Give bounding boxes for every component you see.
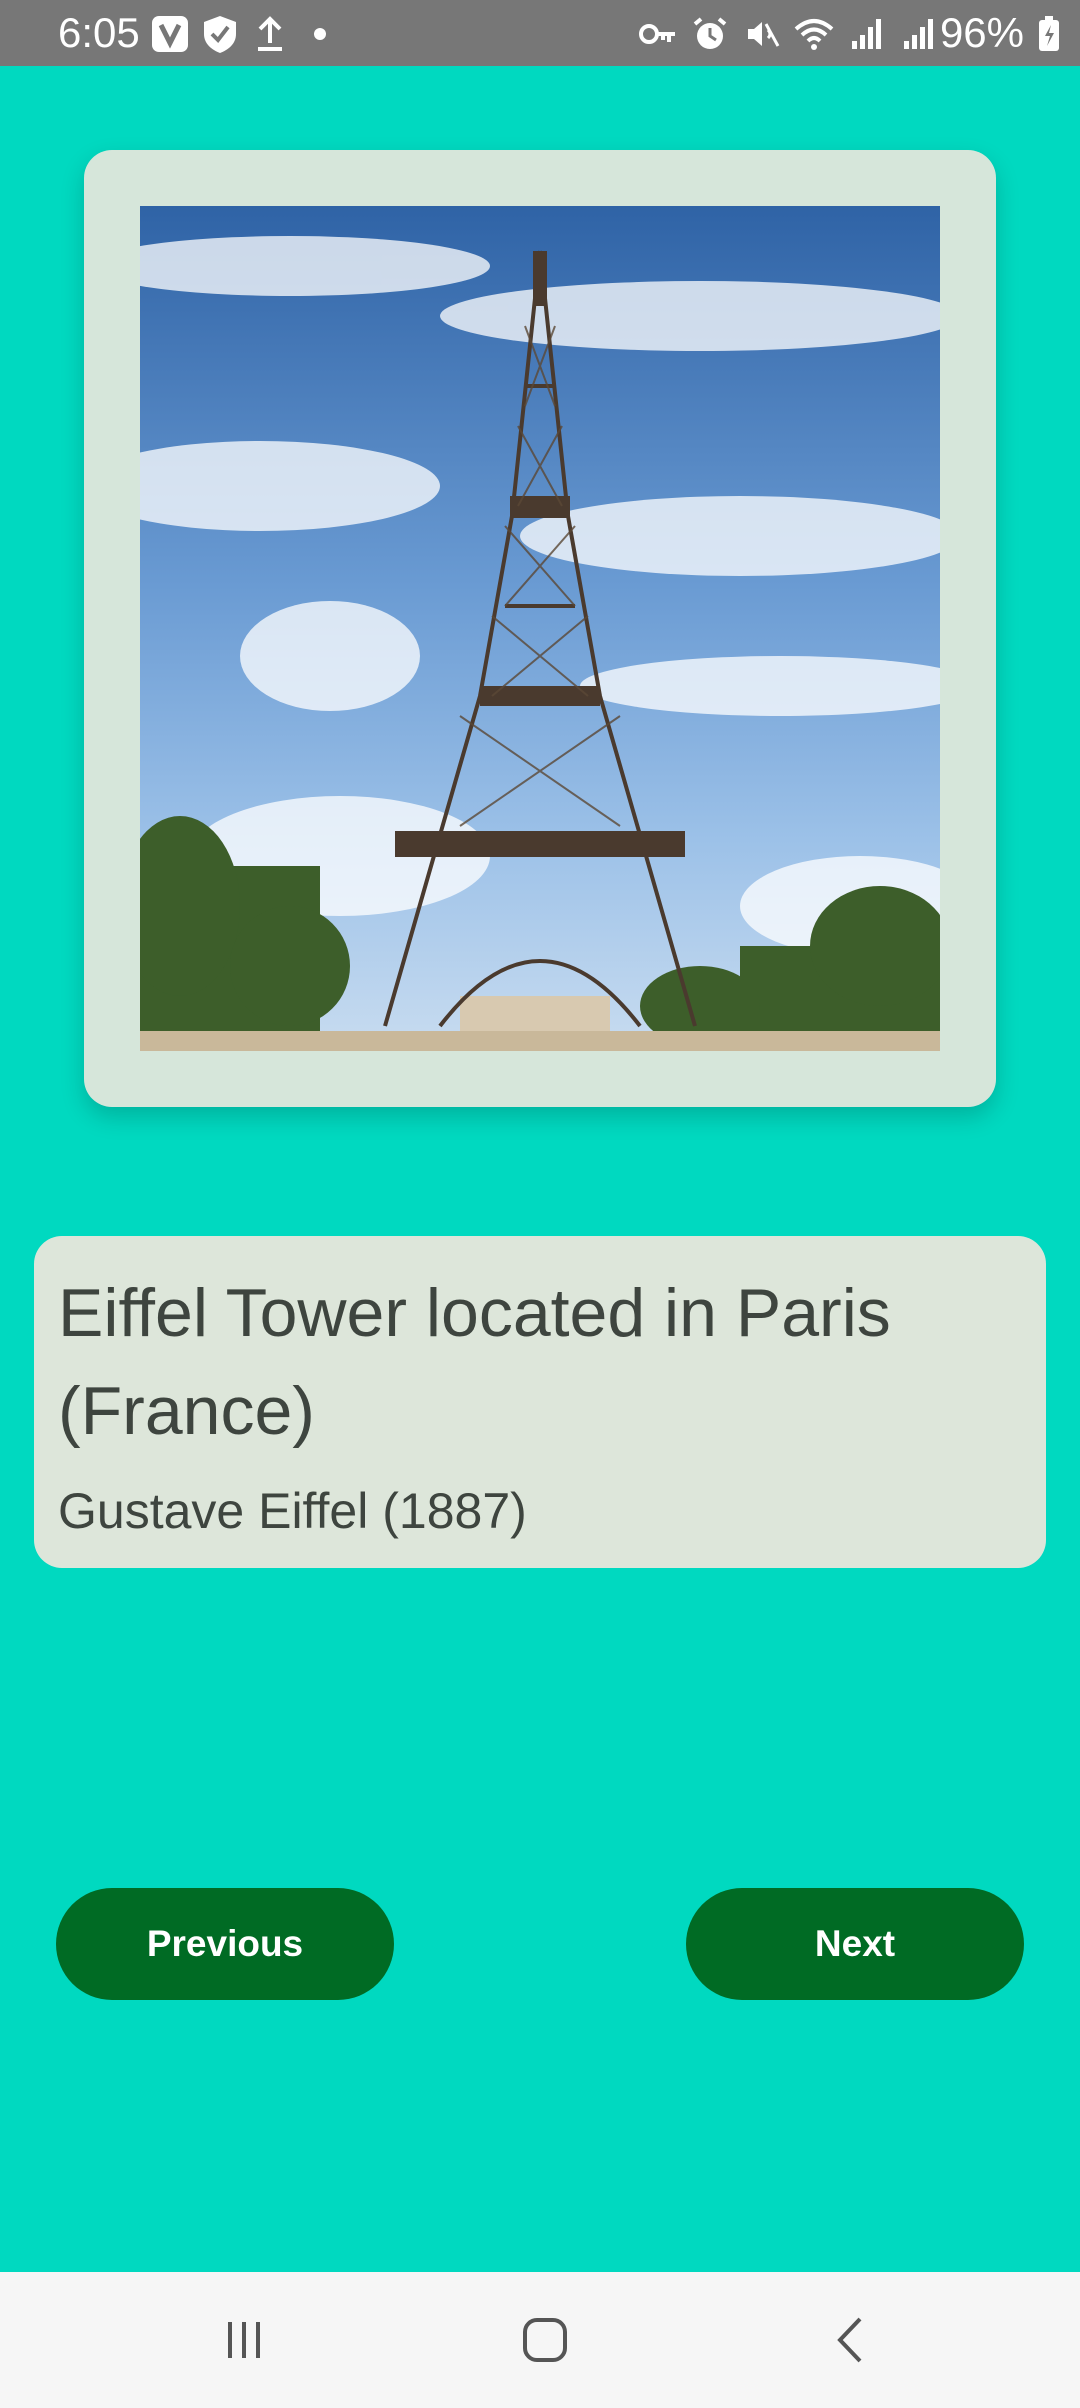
mute-icon bbox=[742, 14, 782, 54]
home-icon[interactable] bbox=[515, 2310, 575, 2370]
back-icon[interactable] bbox=[820, 2310, 880, 2370]
landmark-architect: Gustave Eiffel (1887) bbox=[58, 1483, 527, 1539]
alarm-icon bbox=[690, 14, 730, 54]
wifi-icon bbox=[794, 14, 834, 54]
signal-icon bbox=[898, 14, 938, 54]
landmark-title: Eiffel Tower located in Paris (France) bbox=[58, 1275, 891, 1449]
vpn-v-icon bbox=[150, 14, 190, 54]
landmark-info-card: Eiffel Tower located in Paris (France) G… bbox=[34, 1236, 1046, 1568]
dot-icon bbox=[300, 14, 340, 54]
recent-apps-icon[interactable] bbox=[214, 2310, 274, 2370]
previous-button[interactable]: Previous bbox=[56, 1888, 394, 2000]
system-nav-bar bbox=[0, 2272, 1080, 2408]
upload-icon bbox=[250, 14, 290, 54]
status-time: 6:05 bbox=[58, 9, 140, 56]
status-right-icons bbox=[638, 14, 938, 54]
battery-percentage: 96% bbox=[939, 9, 1024, 56]
shield-check-icon bbox=[200, 14, 240, 54]
landmark-image-card bbox=[84, 150, 996, 1107]
signal-icon bbox=[846, 14, 886, 54]
status-left-icons bbox=[150, 14, 340, 54]
eiffel-tower-photo bbox=[140, 206, 940, 1051]
next-button[interactable]: Next bbox=[686, 1888, 1024, 2000]
key-icon bbox=[638, 14, 678, 54]
battery-icon bbox=[1038, 16, 1060, 52]
status-bar: 6:05 96% bbox=[0, 0, 1080, 66]
